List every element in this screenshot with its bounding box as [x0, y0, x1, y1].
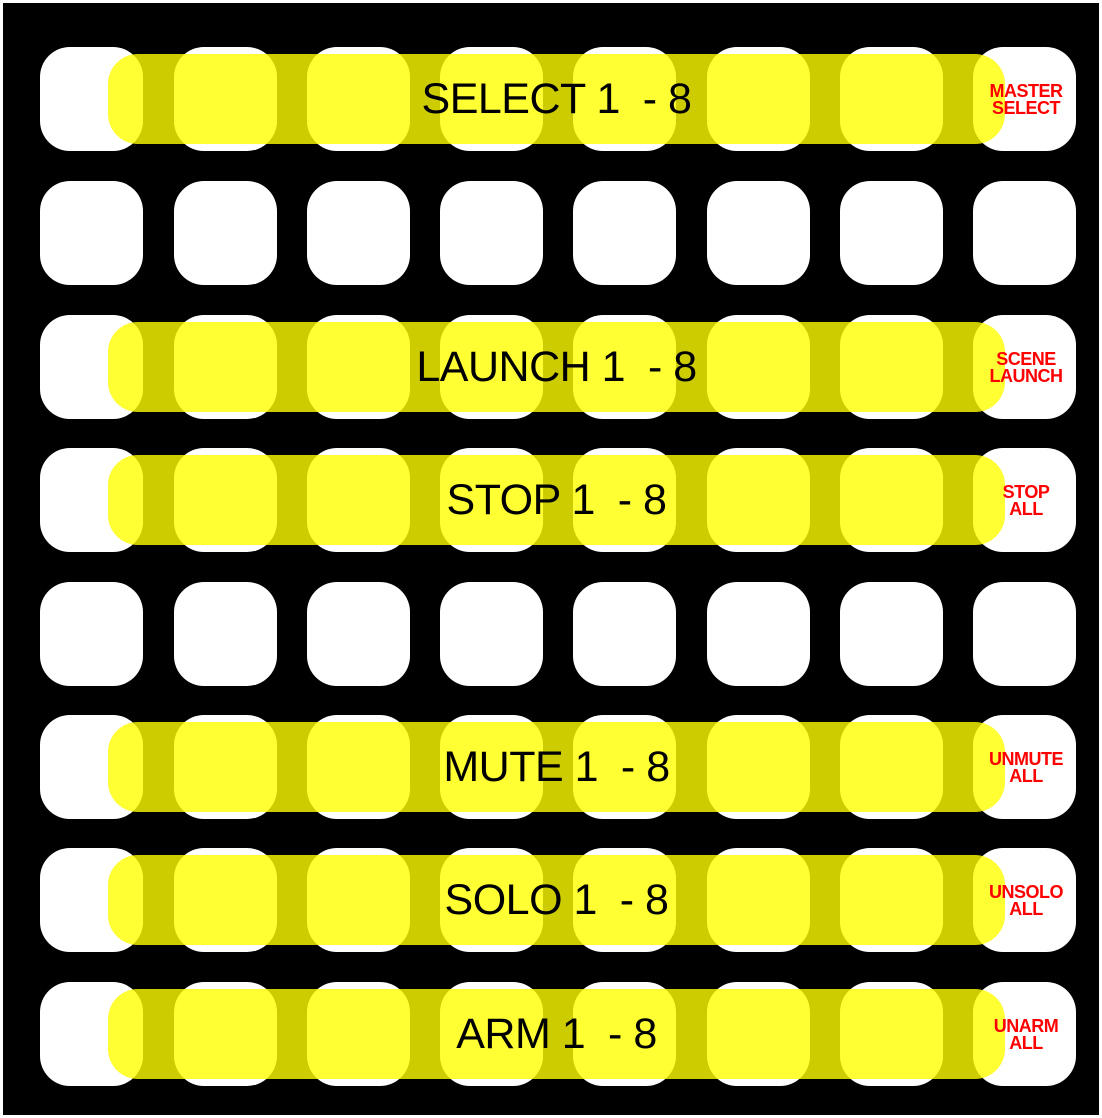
pad-r2-c2[interactable] [174, 181, 277, 285]
row-band-label: MUTE 1 - 8 [443, 742, 670, 791]
side-button-label-4: STOP ALL [971, 483, 1081, 519]
pad-r5-c7[interactable] [840, 582, 943, 686]
pad-r5-c4[interactable] [440, 582, 543, 686]
row-band-4: STOP 1 - 8 [108, 455, 1005, 545]
row-band-6: MUTE 1 - 8 [108, 722, 1005, 812]
row-band-1: SELECT 1 - 8 [108, 54, 1005, 144]
pad-r5-c6[interactable] [707, 582, 810, 686]
row-band-7: SOLO 1 - 8 [108, 855, 1005, 945]
side-label-line: SELECT [991, 98, 1061, 118]
side-label-line: LAUNCH [989, 366, 1064, 386]
side-label-line: ALL [1009, 1033, 1043, 1053]
row-band-3: LAUNCH 1 - 8 [108, 322, 1005, 412]
side-label-line: ALL [1009, 899, 1043, 919]
side-button-label-3: SCENE LAUNCH [971, 350, 1081, 386]
pad-r2-c5[interactable] [573, 181, 676, 285]
row-band-label: ARM 1 - 8 [456, 1009, 657, 1058]
pad-r5-c3[interactable] [307, 582, 410, 686]
pad-r5-c1[interactable] [40, 582, 143, 686]
pad-r2-c1[interactable] [40, 181, 143, 285]
pad-r2-c3[interactable] [307, 181, 410, 285]
side-button-label-1: MASTER SELECT [971, 82, 1081, 118]
pad-r2-c4[interactable] [440, 181, 543, 285]
pad-r2-c8[interactable] [973, 181, 1076, 285]
side-label-line: ALL [1009, 499, 1043, 519]
pad-r2-c7[interactable] [840, 181, 943, 285]
row-band-8: ARM 1 - 8 [108, 989, 1005, 1079]
pad-r5-c5[interactable] [573, 582, 676, 686]
side-button-label-8: UNARM ALL [971, 1017, 1081, 1053]
side-label-line: ALL [1009, 766, 1043, 786]
row-band-label: SELECT 1 - 8 [421, 74, 692, 123]
side-button-label-7: UNSOLO ALL [971, 883, 1081, 919]
pad-r5-c8[interactable] [973, 582, 1076, 686]
button-grid: SELECT 1 - 8 MASTER SELECT LAUNCH 1 - 8 SCEN… [0, 0, 1102, 1118]
row-band-label: SOLO 1 - 8 [444, 875, 669, 924]
row-band-label: LAUNCH 1 - 8 [416, 342, 697, 391]
row-band-label: STOP 1 - 8 [446, 475, 667, 524]
side-button-label-6: UNMUTE ALL [971, 750, 1081, 786]
pad-r5-c2[interactable] [174, 582, 277, 686]
pad-r2-c6[interactable] [707, 181, 810, 285]
